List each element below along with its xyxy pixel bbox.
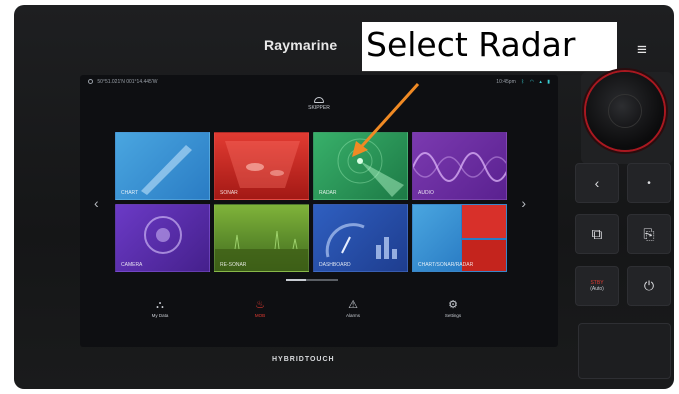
tile-radar[interactable]: RADAR [313, 132, 408, 200]
chevron-left-icon: ‹ [594, 175, 600, 191]
auto-label: (Auto) [590, 286, 604, 292]
page-indicator [286, 279, 338, 281]
joystick-center[interactable] [608, 94, 642, 128]
display-screen: 50°51.021'N 001°14.445'W 10:45pm ᛒ ◠ ▴ ▮… [80, 75, 558, 347]
profile-selector[interactable]: SKIPPER [80, 97, 558, 111]
settings-icon: ⚙ [448, 299, 458, 311]
switch-active-pane-button[interactable]: ⧉ [575, 214, 619, 254]
hybridtouch-logo: HYBRIDTOUCH [272, 356, 335, 363]
select-radar-callout: Select Radar [362, 22, 617, 72]
waypoint-mob-button[interactable]: ⎘ [627, 214, 671, 254]
brand-logo: Raymarine [264, 37, 338, 53]
time-readout: 10:45pm [496, 79, 516, 85]
wifi-icon: ◠ [529, 79, 534, 85]
dock-my-data[interactable]: ⛬ My Data [140, 299, 180, 318]
power-icon: ⏻ [643, 278, 655, 293]
dock-alarms[interactable]: ⚠ Alarms [333, 299, 373, 318]
split-sonar-pane [462, 205, 506, 238]
rotary-knob[interactable] [586, 72, 664, 150]
profile-icon [314, 97, 324, 103]
dot-icon: • [647, 177, 651, 189]
dock-settings[interactable]: ⚙ Settings [433, 299, 473, 318]
my-data-icon: ⛬ [156, 299, 164, 311]
tile-audio[interactable]: AUDIO [412, 132, 507, 200]
app-tiles: CHART SONAR RADAR AUDIO CAMERA RE-SONAR … [115, 132, 523, 272]
waypoint-icon: ⎘ [643, 225, 655, 242]
power-button[interactable]: ⏻ [627, 266, 671, 306]
swap-pane-icon: ⧉ [591, 225, 603, 243]
position-readout: 50°51.021'N 001°14.445'W [97, 79, 158, 85]
status-bar: 50°51.021'N 001°14.445'W 10:45pm ᛒ ◠ ▴ ▮ [80, 75, 558, 89]
tile-chart-sonar-radar[interactable]: CHART/SONAR/RADAR [412, 204, 507, 272]
bluetooth-icon: ᛒ [521, 79, 525, 85]
man-overboard-icon: ♨ [255, 299, 265, 311]
stby-auto-button[interactable]: STBY (Auto) [575, 266, 619, 306]
bottom-dock: ⛬ My Data ♨ MOB ⚠ Alarms ⚙ Settings [80, 299, 558, 339]
menu-icon[interactable]: ≡ [637, 40, 647, 60]
tile-dashboard[interactable]: DASHBOARD [313, 204, 408, 272]
chevron-left-icon[interactable]: ‹ [94, 195, 99, 211]
dock-mob[interactable]: ♨ MOB [240, 299, 280, 318]
back-button[interactable]: ‹ [575, 163, 619, 203]
tile-sonar[interactable]: SONAR [214, 132, 309, 200]
ok-button[interactable]: • [627, 163, 671, 203]
tile-camera[interactable]: CAMERA [115, 204, 210, 272]
profile-label: SKIPPER [308, 105, 330, 111]
tile-chart[interactable]: CHART [115, 132, 210, 200]
tile-re-sonar[interactable]: RE-SONAR [214, 204, 309, 272]
gps-icon [88, 79, 93, 85]
alarm-icon: ⚠ [348, 299, 358, 311]
bottom-panel [578, 323, 671, 379]
signal-icon: ▴ [539, 79, 542, 85]
battery-icon: ▮ [547, 79, 550, 85]
